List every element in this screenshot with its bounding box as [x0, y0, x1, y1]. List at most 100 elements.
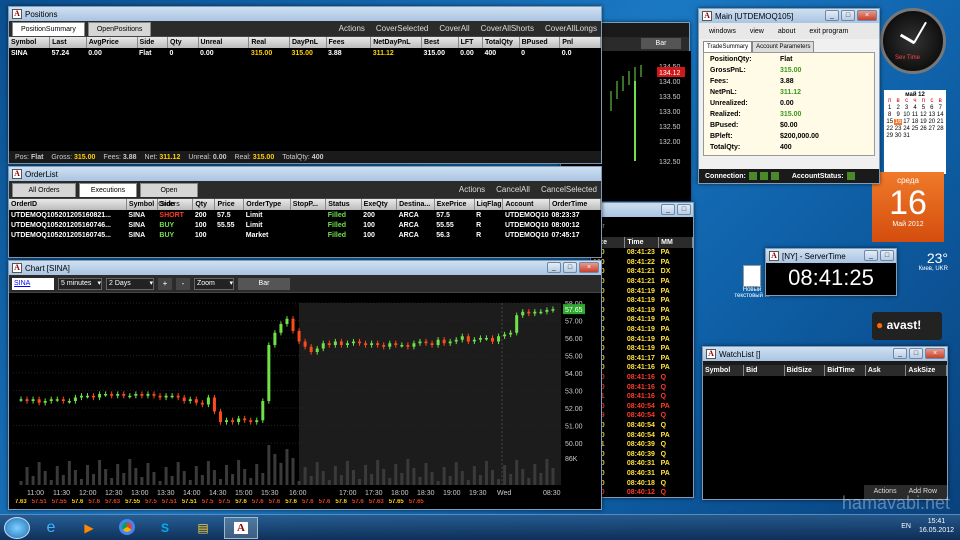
column-header-avgprice[interactable]: AvgPrice: [86, 37, 138, 48]
minimize-button[interactable]: _: [661, 204, 675, 215]
calendar-date[interactable]: 16: [894, 119, 902, 125]
timesales-window[interactable]: _□ lter SizeTimeMM 10008:41:23PA10008:41…: [590, 202, 694, 498]
column-header-qty[interactable]: Qty: [192, 199, 216, 210]
minimize-button[interactable]: _: [547, 262, 561, 273]
column-header-ask[interactable]: Ask: [865, 365, 907, 376]
servertime-window[interactable]: A [NY] - ServerTime _ □ 08:41:25: [765, 248, 897, 296]
column-header-side[interactable]: Side: [137, 37, 169, 48]
interval-select[interactable]: 5 minutes ▾: [58, 277, 102, 290]
tab-executions[interactable]: Executions: [79, 182, 137, 197]
calendar-date[interactable]: 8: [886, 112, 893, 118]
tab-tradesummary[interactable]: TradeSummary: [703, 41, 753, 52]
tab-open-orders[interactable]: Open Orders: [140, 182, 198, 208]
column-header-ordertype[interactable]: OrderType: [243, 199, 291, 210]
column-header-liqflag[interactable]: LiqFlag: [474, 199, 504, 210]
column-header-fees[interactable]: Fees: [326, 37, 372, 48]
calendar-date[interactable]: 17: [903, 119, 910, 125]
taskbar-chrome-icon[interactable]: [110, 517, 144, 539]
table-row[interactable]: SINA 57.24 0.00 Flat 0 0.00 315.00 315.00 3.88 31…: [9, 48, 601, 58]
column-header-netdaypnl[interactable]: NetDayPnL: [370, 37, 423, 48]
zoom-in-button[interactable]: +: [158, 277, 172, 290]
calendar-date[interactable]: 13: [928, 112, 936, 118]
calendar-date[interactable]: 15: [886, 119, 893, 125]
column-header-bidtime[interactable]: BidTime: [824, 365, 866, 376]
zoom-select[interactable]: Zoom ▾: [194, 277, 234, 290]
calendar-date[interactable]: 20: [928, 119, 936, 125]
calendar-date[interactable]: 30: [894, 133, 902, 139]
column-header-qty[interactable]: Qty: [167, 37, 199, 48]
column-header-exeprice[interactable]: ExePrice: [434, 199, 475, 210]
table-row[interactable]: UTDEMOQ105201205160746... SINA BUY 100 55.55…: [9, 220, 601, 230]
column-header-last[interactable]: Last: [49, 37, 87, 48]
orderlist-titlebar[interactable]: A OrderList: [9, 167, 601, 181]
column-header-orderid[interactable]: OrderID: [9, 199, 127, 210]
chart-window[interactable]: A Chart [SINA] _ □ × SINA 5 minutes ▾ 2 Day…: [8, 260, 602, 510]
calendar-date[interactable]: 21: [937, 119, 944, 125]
coveralllongs-button[interactable]: CoverAllLongs: [545, 21, 597, 37]
taskbar-skype-icon[interactable]: S: [148, 517, 182, 539]
tab-openpositions[interactable]: OpenPositions: [87, 21, 152, 36]
cancelall-button[interactable]: CancelAll: [496, 181, 530, 199]
calendar-date[interactable]: 10: [903, 112, 910, 118]
maximize-button[interactable]: □: [909, 348, 923, 359]
main-window[interactable]: A Main [UTDEMOQ105] _ □ × windows view about e…: [698, 8, 880, 184]
zoom-out-button[interactable]: -: [176, 277, 190, 290]
servertime-titlebar[interactable]: A [NY] - ServerTime _ □: [766, 249, 896, 263]
calendar-date[interactable]: 11: [911, 112, 918, 118]
coverselected-button[interactable]: CoverSelected: [376, 21, 428, 37]
close-button[interactable]: ×: [857, 10, 877, 21]
calendar-date[interactable]: 1: [886, 105, 893, 111]
timesales-titlebar[interactable]: _ □: [591, 203, 693, 217]
taskbar-app-icon[interactable]: A: [224, 516, 258, 539]
tab-positionsummary[interactable]: PositionSummary: [12, 21, 85, 36]
column-header-lft[interactable]: LFT: [458, 37, 484, 48]
maximize-button[interactable]: □: [880, 250, 894, 261]
column-header-unreal[interactable]: Unreal: [198, 37, 250, 48]
watchlist-window[interactable]: A WatchList [] _ □ × Symbol Bid BidSize BidTim…: [702, 346, 948, 500]
calendar-date[interactable]: 14: [937, 112, 944, 118]
column-header-time[interactable]: Time: [624, 237, 660, 248]
calendar-date[interactable]: 3: [903, 105, 910, 111]
calendar-date[interactable]: 24: [903, 126, 910, 132]
taskbar-date[interactable]: 16.05.2012: [919, 526, 954, 535]
bar-type-button[interactable]: Bar: [238, 277, 290, 290]
coverall-button[interactable]: CoverAll: [439, 21, 469, 37]
symbol-input[interactable]: SINA: [12, 277, 54, 290]
table-row[interactable]: UTDEMOQ105201205160745... SINA BUY 100 Marke…: [9, 230, 601, 240]
column-header-asksize[interactable]: AskSize: [905, 365, 947, 376]
minimize-button[interactable]: _: [893, 348, 907, 359]
actions-button[interactable]: Actions: [459, 181, 485, 199]
taskbar-explorer-icon[interactable]: ▤: [186, 517, 220, 539]
watchlist-titlebar[interactable]: A WatchList [] _ □ ×: [703, 347, 947, 361]
close-button[interactable]: ×: [579, 262, 599, 273]
positions-titlebar[interactable]: A Positions: [9, 7, 601, 21]
column-header-totalqty[interactable]: TotalQty: [482, 37, 520, 48]
calendar-date[interactable]: 6: [928, 105, 935, 111]
calendar-date[interactable]: 23: [894, 126, 902, 132]
language-indicator[interactable]: EN: [901, 523, 911, 530]
maximize-button[interactable]: □: [677, 204, 691, 215]
start-button[interactable]: [4, 516, 30, 539]
calendar-date[interactable]: 22: [886, 126, 893, 132]
taskbar-ie-icon[interactable]: e: [34, 517, 68, 539]
column-header-best[interactable]: Best: [421, 37, 459, 48]
column-header-real[interactable]: Real: [248, 37, 290, 48]
taskbar-media-icon[interactable]: ▶: [72, 517, 106, 539]
main-titlebar[interactable]: A Main [UTDEMOQ105] _ □ ×: [699, 9, 879, 23]
actions-button[interactable]: Actions: [339, 21, 365, 37]
column-header-price[interactable]: Price: [214, 199, 245, 210]
column-header-exeqty[interactable]: ExeQty: [361, 199, 398, 210]
menu-view[interactable]: view: [750, 28, 764, 35]
column-header-symbol[interactable]: Symbol: [126, 199, 158, 210]
column-header-symbol[interactable]: Symbol: [9, 37, 51, 48]
cancelselected-button[interactable]: CancelSelected: [541, 181, 597, 199]
calendar-date[interactable]: 27: [928, 126, 936, 132]
column-header-mm[interactable]: MM: [658, 237, 693, 248]
price-chart[interactable]: 58.0057.0056.0055.0054.0053.0052.0051.00…: [9, 293, 601, 499]
calendar-date[interactable]: 29: [886, 133, 893, 139]
calendar-date[interactable]: 12: [920, 112, 927, 118]
menu-exit-program[interactable]: exit program: [809, 28, 848, 35]
tab-account-parameters[interactable]: Account Parameters: [752, 41, 815, 52]
calendar-date[interactable]: 28: [937, 126, 944, 132]
column-header-symbol[interactable]: Symbol: [703, 365, 745, 376]
